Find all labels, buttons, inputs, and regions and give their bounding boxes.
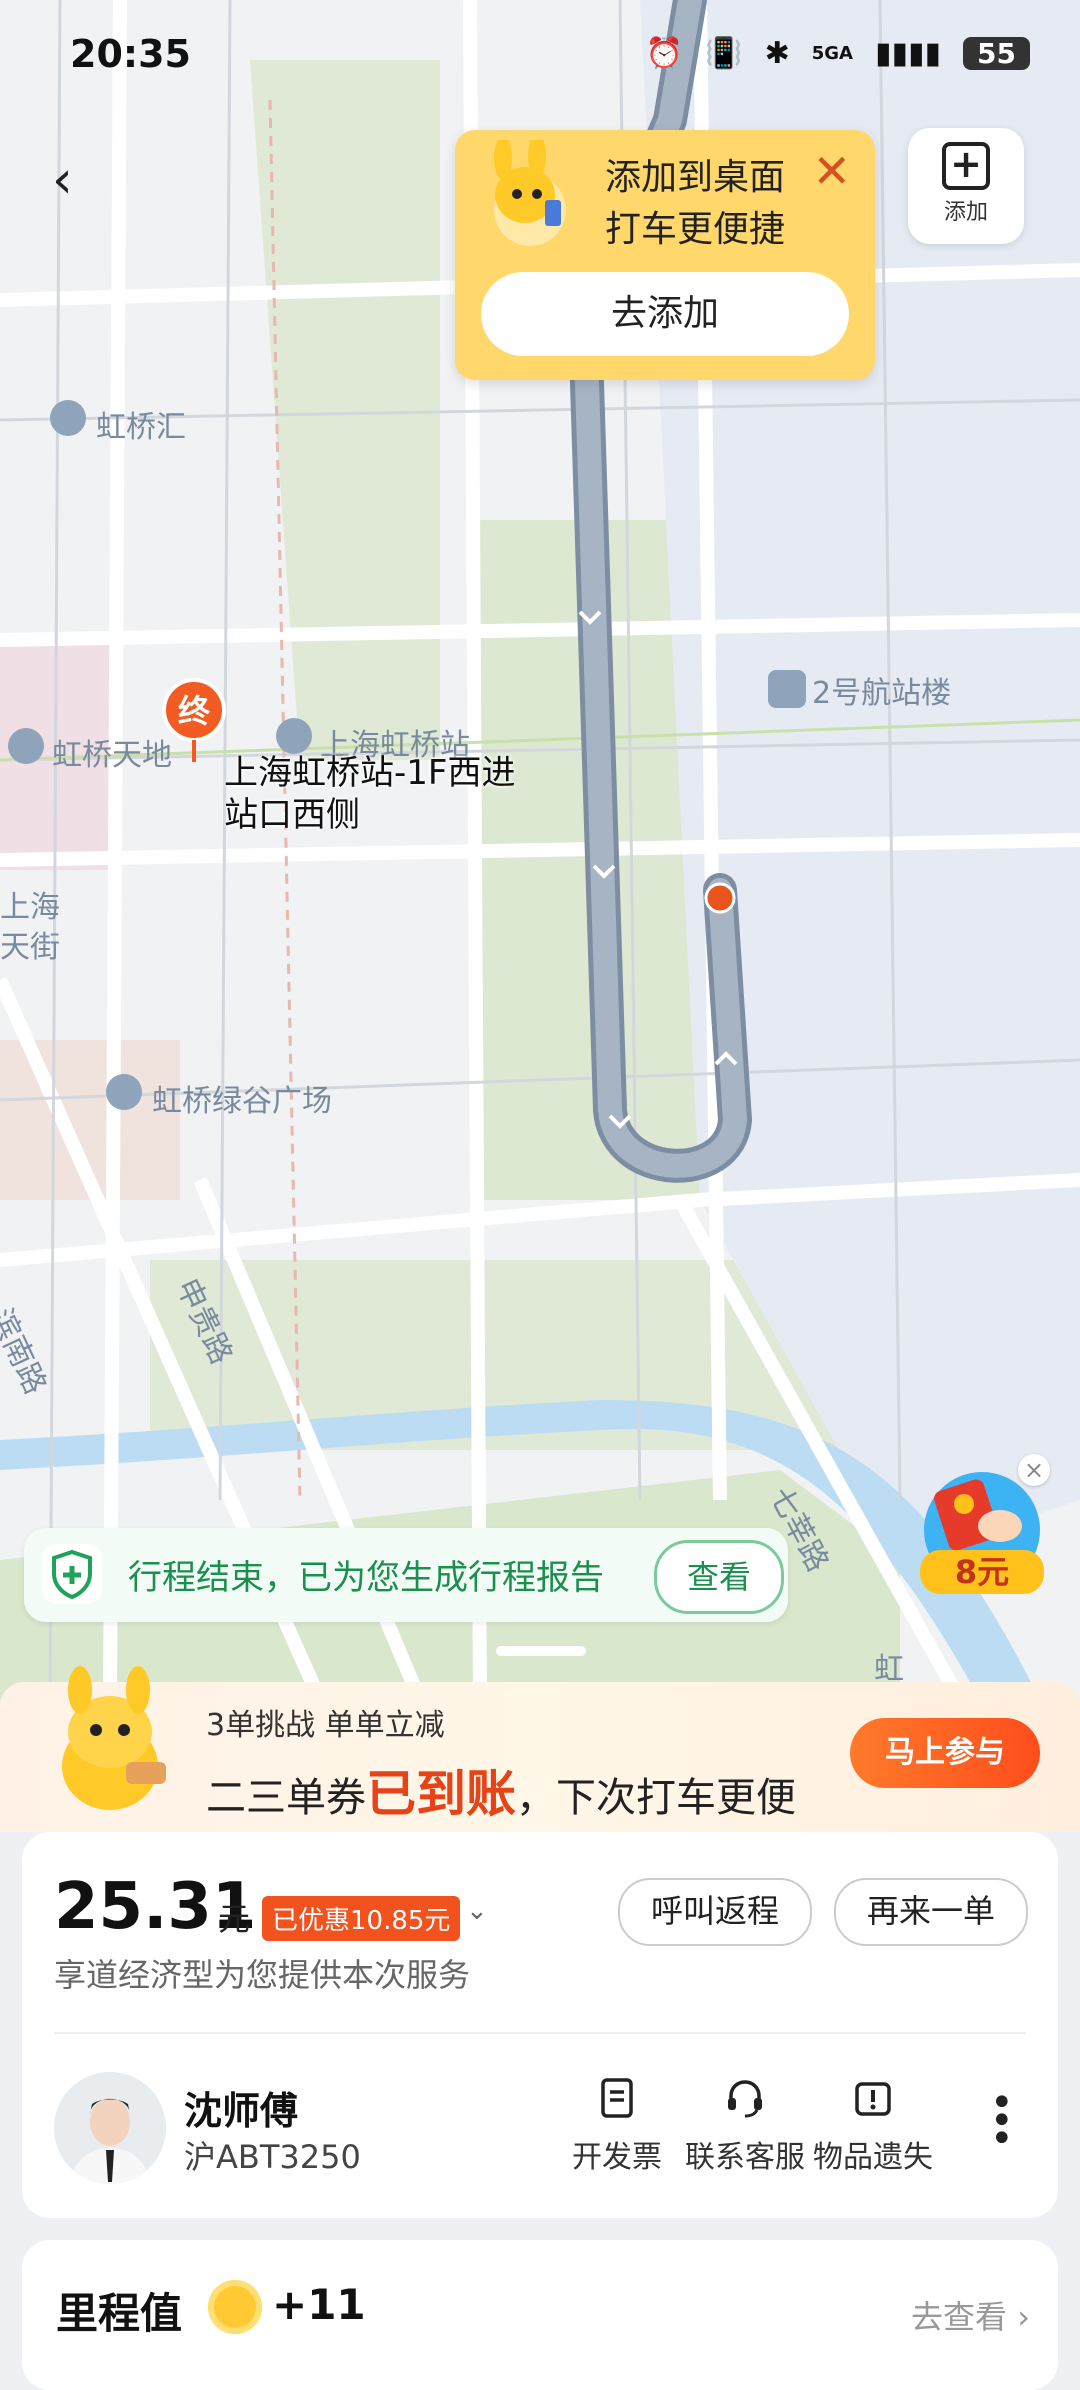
status-time: 20:35 xyxy=(70,32,191,76)
tip-subtitle: 打车更便捷 xyxy=(605,209,786,250)
driver-name: 沈师傅 xyxy=(184,2089,299,2133)
lost-item-button[interactable]: 物品遗失 xyxy=(808,2076,938,2176)
discount-badge[interactable]: 已优惠10.85元 xyxy=(262,1896,461,1941)
chevron-down-icon[interactable]: ⌄ xyxy=(466,1896,488,1926)
more-options-icon[interactable]: • • • xyxy=(990,2083,1014,2159)
add-label: 添加 xyxy=(943,200,988,225)
status-icons: ⏰ 📳 ✱ 5GA ▮▮▮▮ 55 xyxy=(646,36,1030,71)
trip-summary-card: 25.31 元 已优惠10.85元 ⌄ 享道经济型为您提供本次服务 呼叫返程 再… xyxy=(22,1832,1058,2218)
chevron-right-icon: › xyxy=(1017,2298,1030,2336)
mileage-title: 里程值 xyxy=(56,2289,183,2338)
poi-icon xyxy=(106,1074,142,1110)
poi-icon xyxy=(50,400,86,436)
promo-title: 3单挑战 单单立减 xyxy=(206,1708,445,1743)
plus-square-icon: + xyxy=(942,142,990,190)
trip-report-text: 行程结束，已为您生成行程报告 xyxy=(128,1558,604,1598)
signal-icon: ▮▮▮▮ xyxy=(874,36,942,71)
box-alert-icon xyxy=(855,2082,891,2116)
coin-icon xyxy=(208,2280,262,2334)
mileage-card[interactable]: 里程值 +11 去查看 › xyxy=(22,2240,1058,2390)
promo-highlight: 已到账 xyxy=(366,1765,516,1823)
view-mileage-link[interactable]: 去查看 › xyxy=(911,2292,1030,2338)
customer-service-button[interactable]: 联系客服 xyxy=(680,2076,810,2176)
alarm-icon: ⏰ xyxy=(645,36,684,71)
map-label: 2号航站楼 xyxy=(812,676,952,711)
headset-icon xyxy=(728,2080,762,2118)
map-label: 上海 xyxy=(0,890,60,925)
start-point xyxy=(704,882,736,914)
divider xyxy=(54,2032,1026,2034)
bluetooth-icon: ✱ xyxy=(764,36,790,71)
promo-banner[interactable]: 3单挑战 单单立减 二三单券已到账，下次打车更便 马上参与 xyxy=(0,1666,1080,1832)
mascot-icon xyxy=(62,1666,166,1810)
airport-icon xyxy=(768,670,806,708)
red-packet-amount: 8元 xyxy=(920,1550,1044,1594)
close-icon[interactable]: ✕ xyxy=(812,144,851,198)
promo-text: 二三单券已到账，下次打车更便 xyxy=(206,1765,796,1823)
invoice-button[interactable]: 开发票 xyxy=(552,2076,682,2176)
add-to-desktop-tip: 添加到桌面 打车更便捷 ✕ 去添加 xyxy=(455,130,875,380)
map-label: 虹桥天地 xyxy=(52,738,172,773)
network-label: 5GA xyxy=(811,43,853,64)
map-label: 虹桥绿谷广场 xyxy=(152,1084,332,1119)
service-text: 享道经济型为您提供本次服务 xyxy=(54,1956,471,1994)
map-label: 天街 xyxy=(0,930,60,965)
trip-report-banner[interactable]: 行程结束，已为您生成行程报告 查看 xyxy=(24,1528,788,1622)
battery-icon: 55 xyxy=(963,37,1030,70)
receipt-icon xyxy=(601,2078,633,2118)
close-icon[interactable]: × xyxy=(1018,1454,1050,1486)
destination-label: 上海虹桥站-1F西进 站口西侧 xyxy=(224,753,516,835)
map-label: 虹桥汇 xyxy=(96,410,186,445)
status-bar: 20:35 ⏰ 📳 ✱ 5GA ▮▮▮▮ 55 xyxy=(0,0,1080,110)
join-now-button[interactable]: 马上参与 xyxy=(850,1718,1040,1788)
go-add-button[interactable]: 去添加 xyxy=(481,272,849,356)
driver-avatar[interactable] xyxy=(54,2072,166,2184)
destination-badge: 终 xyxy=(178,692,211,730)
license-plate: 沪ABT3250 xyxy=(184,2138,361,2176)
chevron-left-icon: ‹ xyxy=(52,150,73,210)
shield-icon xyxy=(42,1544,102,1604)
add-shortcut-button[interactable]: + 添加 xyxy=(908,128,1024,244)
mileage-value: +11 xyxy=(272,2280,366,2329)
back-button[interactable]: ‹ xyxy=(52,154,92,206)
poi-icon xyxy=(8,728,44,764)
view-report-button[interactable]: 查看 xyxy=(654,1540,784,1614)
mascot-icon xyxy=(494,140,566,246)
fare-unit: 元 xyxy=(218,1900,251,1938)
vibrate-icon: 📳 xyxy=(705,36,743,71)
station-icon xyxy=(276,718,312,754)
order-again-button[interactable]: 再来一单 xyxy=(834,1878,1028,1946)
tip-title: 添加到桌面 xyxy=(605,157,786,198)
drag-handle[interactable] xyxy=(496,1646,586,1656)
red-packet-widget[interactable]: × 8元 xyxy=(920,1454,1050,1594)
call-return-button[interactable]: 呼叫返程 xyxy=(618,1878,812,1946)
